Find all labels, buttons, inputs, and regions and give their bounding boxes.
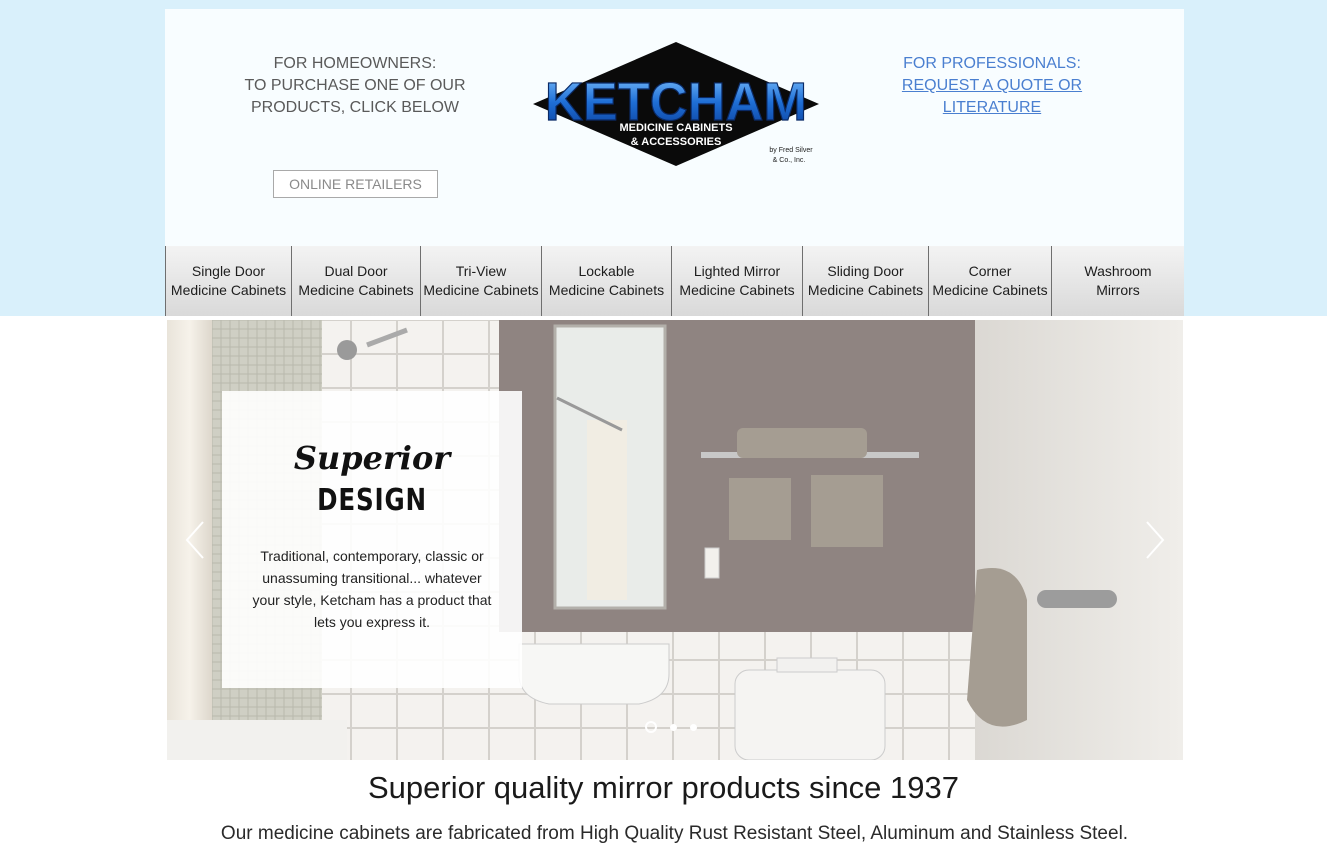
request-quote-link[interactable]: REQUEST A QUOTE OR bbox=[862, 75, 1122, 97]
promo-card: Superior DESIGN Traditional, contemporar… bbox=[222, 391, 522, 688]
nav-item-corner[interactable]: Corner Medicine Cabinets bbox=[929, 246, 1052, 316]
promo-title: DESIGN bbox=[317, 483, 427, 518]
nav-item-lighted-mirror[interactable]: Lighted Mirror Medicine Cabinets bbox=[672, 246, 803, 316]
nav-item-label-line-1: Dual Door bbox=[324, 263, 388, 279]
logo-byline-2: & Co., Inc. bbox=[773, 157, 806, 164]
nav-item-label-line-2: Medicine Cabinets bbox=[170, 282, 287, 298]
request-quote-link-line-1: REQUEST A QUOTE OR bbox=[901, 77, 1083, 94]
nav-item-label-line-2: Medicine Cabinets bbox=[807, 282, 924, 298]
request-quote-link-line-2: LITERATURE bbox=[942, 99, 1042, 116]
nav-item-label-line-1: Washroom bbox=[1084, 263, 1152, 279]
online-retailers-button[interactable]: ONLINE RETAILERS bbox=[273, 170, 438, 198]
homeowners-line-3: PRODUCTS, CLICK BELOW bbox=[250, 99, 460, 116]
nav-item-dual-door[interactable]: Dual Door Medicine Cabinets bbox=[292, 246, 421, 316]
nav-item-sliding-door[interactable]: Sliding Door Medicine Cabinets bbox=[803, 246, 929, 316]
slider-dot-1[interactable] bbox=[645, 721, 657, 733]
homeowners-line-2: TO PURCHASE ONE OF OUR bbox=[244, 77, 466, 94]
nav-item-single-door[interactable]: Single Door Medicine Cabinets bbox=[165, 246, 292, 316]
homeowners-line-1: FOR HOMEOWNERS: bbox=[273, 55, 437, 72]
chevron-left-icon bbox=[185, 521, 204, 559]
nav-item-label-line-1: Corner bbox=[968, 263, 1012, 279]
slider-next-arrow[interactable] bbox=[1143, 520, 1167, 560]
nav-item-label-line-1: Single Door bbox=[191, 263, 266, 279]
logo-tagline-2: & ACCESSORIES bbox=[631, 136, 722, 148]
product-navigation: Single Door Medicine Cabinets Dual Door … bbox=[165, 246, 1184, 316]
logo-tagline-1: MEDICINE CABINETS bbox=[619, 122, 732, 134]
ketcham-logo[interactable]: KETCHAM MEDICINE CABINETS & ACCESSORIES … bbox=[533, 40, 823, 170]
logo-byline-1: by Fred Silver bbox=[769, 147, 813, 154]
professionals-line-1: FOR PROFESSIONALS: bbox=[903, 55, 1081, 72]
slider-prev-arrow[interactable] bbox=[183, 520, 207, 560]
nav-item-tri-view[interactable]: Tri-View Medicine Cabinets bbox=[421, 246, 542, 316]
nav-item-label-line-2: Medicine Cabinets bbox=[679, 282, 795, 298]
nav-item-washroom-mirrors[interactable]: Washroom Mirrors bbox=[1052, 246, 1184, 316]
nav-item-label-line-2: Mirrors bbox=[1096, 282, 1140, 298]
nav-item-label-line-1: Lockable bbox=[578, 263, 635, 279]
promo-script-word: Superior bbox=[293, 439, 451, 477]
nav-item-label-line-2: Medicine Cabinets bbox=[548, 282, 665, 298]
slider-pagination bbox=[645, 721, 697, 733]
nav-item-label-line-2: Medicine Cabinets bbox=[423, 282, 539, 298]
professionals-message: FOR PROFESSIONALS: REQUEST A QUOTE OR LI… bbox=[862, 53, 1122, 119]
nav-item-label-line-2: Medicine Cabinets bbox=[932, 282, 1048, 298]
main-tagline: Superior quality mirror products since 1… bbox=[368, 770, 959, 805]
chevron-right-icon bbox=[1146, 521, 1165, 559]
promo-body: Traditional, contemporary, classic or un… bbox=[252, 548, 492, 630]
nav-item-label-line-2: Medicine Cabinets bbox=[298, 282, 414, 298]
nav-item-label-line-1: Tri-View bbox=[455, 263, 507, 279]
literature-link[interactable]: LITERATURE bbox=[862, 97, 1122, 119]
nav-item-label-line-1: Lighted Mirror bbox=[693, 263, 781, 279]
nav-item-lockable[interactable]: Lockable Medicine Cabinets bbox=[542, 246, 672, 316]
nav-item-label-line-1: Sliding Door bbox=[827, 263, 904, 279]
main-subline: Our medicine cabinets are fabricated fro… bbox=[220, 823, 1129, 844]
slider-dot-2[interactable] bbox=[670, 723, 677, 731]
slider-dot-3[interactable] bbox=[690, 723, 697, 731]
homeowners-message: FOR HOMEOWNERS: TO PURCHASE ONE OF OUR P… bbox=[190, 53, 520, 119]
